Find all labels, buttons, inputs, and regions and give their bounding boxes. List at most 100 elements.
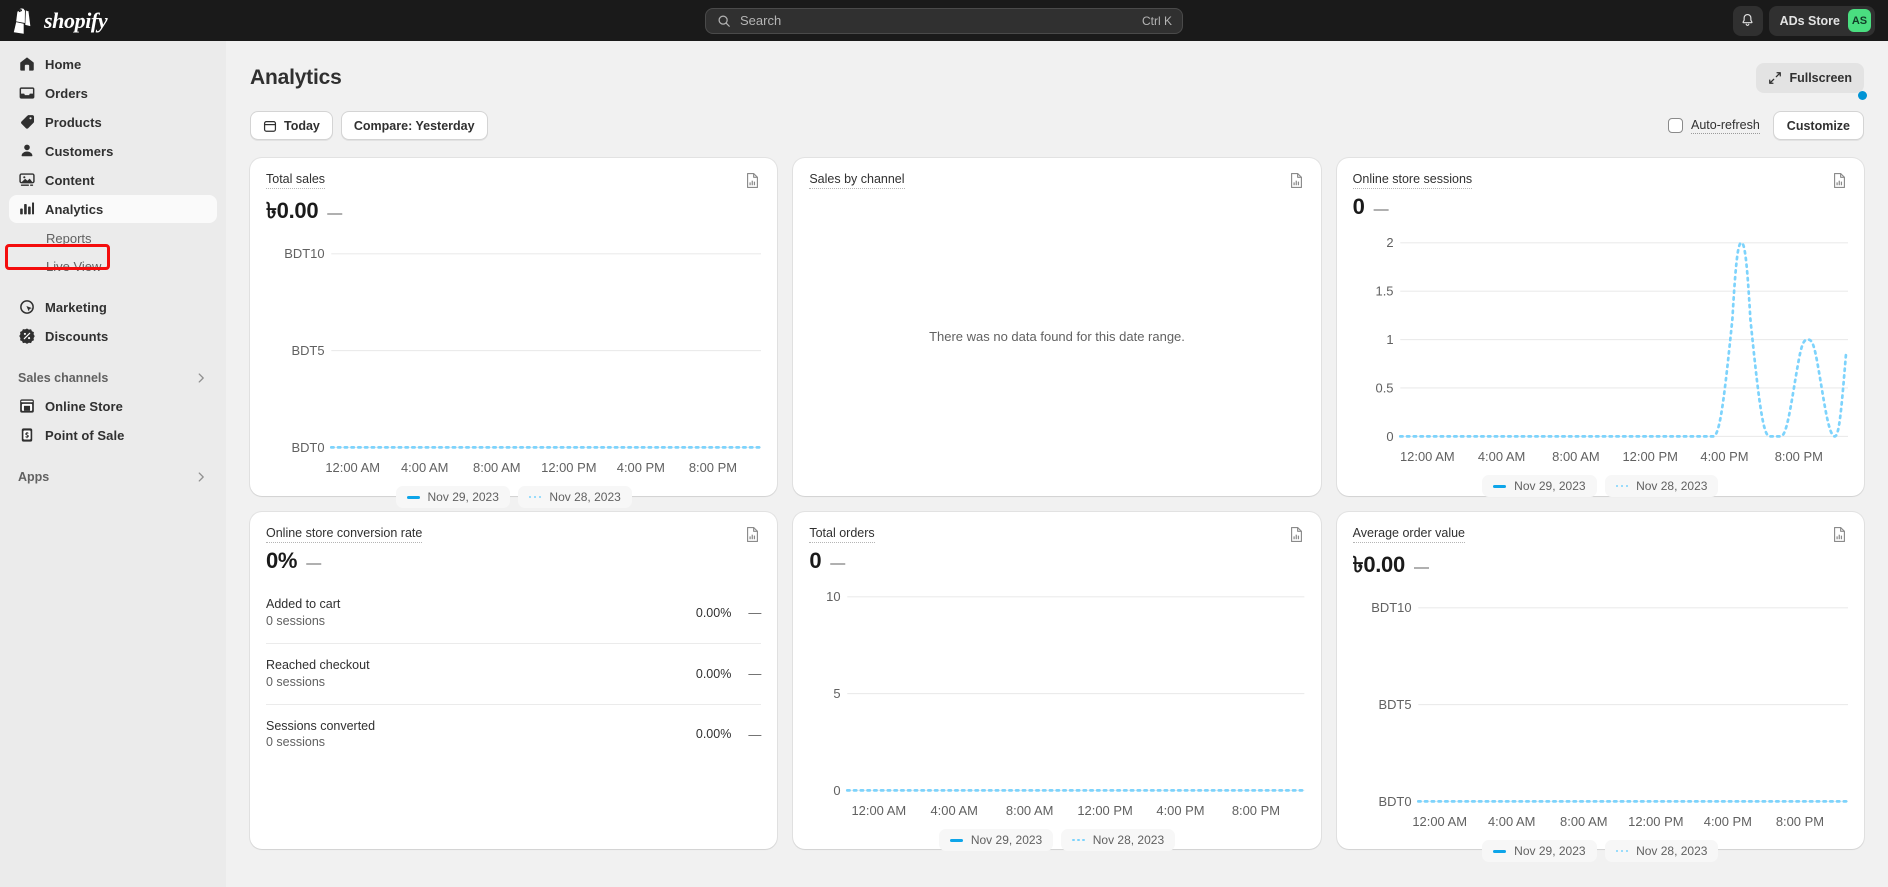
funnel-row[interactable]: Sessions converted 0 sessions 0.00% —	[266, 703, 762, 765]
sidebar-item-label: Content	[45, 172, 95, 188]
funnel-row[interactable]: Added to cart 0 sessions 0.00% —	[266, 588, 761, 643]
search-shortcut: Ctrl K	[1142, 13, 1172, 28]
legend-item-previous[interactable]: Nov 28, 2023	[1061, 829, 1176, 852]
legend-item-previous[interactable]: Nov 28, 2023	[1604, 840, 1719, 863]
sidebar-item-reports[interactable]: Reports	[9, 224, 217, 252]
funnel-step-delta: —	[748, 605, 762, 621]
chart-average-order-value[interactable]: BDT10 BDT5 BDT0 12:00 AM 4:00 AM 8:00 AM…	[1353, 592, 1848, 834]
chart-total-orders[interactable]: 10 5 0 12:00 AM 4:00 AM 8:00 AM 12:00 PM…	[809, 581, 1305, 823]
chart-svg: 2 1.5 1 0.5 0 12:00 AM 4:00 AM 8:00 AM 1…	[1375, 235, 1848, 464]
fullscreen-button[interactable]: Fullscreen	[1756, 63, 1864, 93]
sidebar-item-point-of-sale[interactable]: Point of Sale	[9, 421, 217, 449]
view-report-icon[interactable]	[1288, 526, 1305, 543]
funnel-row[interactable]: Reached checkout 0 sessions 0.00% —	[266, 642, 762, 704]
legend-item-previous[interactable]: Nov 28, 2023	[517, 486, 632, 509]
card-title: Total sales	[266, 172, 326, 189]
sidebar-section-apps[interactable]: Apps	[9, 463, 217, 491]
svg-text:8:00 PM: 8:00 PM	[1775, 814, 1823, 829]
analytics-icon	[20, 202, 35, 215]
sidebar-item-products[interactable]: Products	[9, 108, 217, 136]
sidebar-item-home[interactable]: Home	[9, 50, 217, 78]
legend-solid-line-icon	[406, 495, 420, 499]
svg-text:12:00 AM: 12:00 AM	[1412, 814, 1467, 829]
sidebar-item-discounts[interactable]: Discounts	[9, 322, 217, 350]
sidebar-item-analytics[interactable]: Analytics	[9, 195, 217, 223]
legend-item-current[interactable]: Nov 29, 2023	[395, 486, 510, 509]
chart-svg: BDT10 BDT5 BDT0 12:00 AM 4:00 AM 8:00 AM…	[1371, 600, 1848, 829]
sidebar-divider-2	[9, 351, 217, 364]
card-delta: —	[1373, 201, 1389, 218]
svg-text:BDT0: BDT0	[291, 440, 324, 455]
page-header: Analytics Fullscreen	[250, 63, 1864, 93]
global-search[interactable]: Search Ctrl K	[705, 7, 1183, 34]
svg-text:BDT5: BDT5	[1378, 697, 1411, 712]
funnel-step-percent: 0.00%	[695, 727, 732, 742]
main-content: Analytics Fullscreen Today Compare: Yest…	[226, 41, 1888, 887]
card-header: Sales by channel	[809, 172, 1304, 189]
view-report-icon[interactable]	[1831, 172, 1848, 189]
funnel-step-name: Added to cart	[266, 597, 341, 611]
products-icon	[21, 115, 35, 129]
sidebar-item-customers[interactable]: Customers	[9, 137, 217, 165]
card-title: Average order value	[1352, 526, 1465, 543]
view-report-icon[interactable]	[1831, 526, 1848, 543]
customize-button[interactable]: Customize	[1772, 111, 1864, 140]
sidebar-item-orders[interactable]: Orders	[9, 79, 217, 107]
legend-dotted-line-icon	[1615, 849, 1629, 853]
sidebar-section-sales-channels[interactable]: Sales channels	[9, 364, 217, 392]
date-range-button[interactable]: Today	[250, 111, 333, 140]
funnel-step-name: Sessions converted	[266, 718, 376, 733]
store-account-button[interactable]: ADs Store AS	[1768, 5, 1875, 36]
card-title: Online store sessions	[1352, 172, 1473, 189]
auto-refresh-toggle[interactable]: Auto-refresh	[1668, 118, 1760, 134]
svg-text:4:00 AM: 4:00 AM	[1488, 814, 1535, 829]
search-input[interactable]: Search Ctrl K	[705, 7, 1183, 34]
card-header: Total orders	[809, 526, 1304, 543]
legend-item-current[interactable]: Nov 29, 2023	[1482, 840, 1597, 863]
svg-text:12:00 AM: 12:00 AM	[852, 803, 907, 818]
bell-icon	[1742, 14, 1753, 26]
date-range-label: Today	[284, 118, 320, 133]
page-title: Analytics	[250, 66, 342, 89]
sidebar-item-online-store[interactable]: Online Store	[9, 392, 217, 420]
svg-text:BDT10: BDT10	[1371, 600, 1411, 615]
sidebar-item-content[interactable]: Content	[9, 166, 217, 194]
view-report-icon[interactable]	[1288, 172, 1305, 189]
calendar-icon	[263, 120, 277, 132]
legend-item-current[interactable]: Nov 29, 2023	[938, 829, 1054, 852]
auto-refresh-checkbox[interactable]	[1668, 118, 1684, 133]
chevron-right-icon	[198, 373, 204, 383]
sidebar-item-live-view[interactable]: Live View	[9, 252, 217, 280]
legend-label: Nov 28, 2023	[549, 490, 621, 505]
view-report-icon[interactable]	[744, 172, 761, 189]
customize-badge-dot	[1858, 91, 1867, 100]
compare-button[interactable]: Compare: Yesterday	[340, 111, 488, 140]
card-header: Online store sessions	[1352, 172, 1848, 189]
legend-dotted-line-icon	[528, 495, 542, 499]
discounts-icon	[19, 328, 35, 344]
legend-solid-line-icon	[1493, 849, 1507, 853]
chart-svg: 10 5 0 12:00 AM 4:00 AM 8:00 AM 12:00 PM…	[826, 589, 1305, 818]
shopify-logo[interactable]: shopify	[0, 8, 226, 34]
svg-text:4:00 AM: 4:00 AM	[1478, 449, 1525, 464]
chart-legend: Nov 29, 2023 Nov 28, 2023	[809, 829, 1304, 852]
card-metric: 0% —	[266, 548, 761, 574]
sidebar: Home Orders Products Customers Content A…	[0, 41, 226, 887]
chart-total-sales[interactable]: BDT10 BDT5 BDT0 12:00 AM 4:00 AM 8:00 AM…	[266, 238, 762, 480]
card-title: Sales by channel	[809, 172, 905, 189]
search-icon	[718, 14, 730, 27]
chart-online-store-sessions[interactable]: 2 1.5 1 0.5 0 12:00 AM 4:00 AM 8:00 AM 1…	[1353, 227, 1848, 469]
sidebar-item-label: Online Store	[45, 398, 123, 414]
notifications-button[interactable]	[1732, 5, 1763, 36]
card-metric: 0 —	[1353, 194, 1848, 220]
shopify-wordmark: shopify	[44, 7, 108, 33]
card-header: Online store conversion rate	[266, 526, 761, 543]
card-delta: —	[327, 205, 343, 222]
legend-item-previous[interactable]: Nov 28, 2023	[1604, 475, 1719, 498]
legend-item-current[interactable]: Nov 29, 2023	[1482, 475, 1597, 498]
view-report-icon[interactable]	[744, 526, 761, 543]
svg-text:8:00 AM: 8:00 AM	[1560, 814, 1607, 829]
sidebar-item-label: Customers	[45, 143, 114, 159]
sidebar-item-marketing[interactable]: Marketing	[9, 293, 217, 321]
card-value: 0	[809, 548, 822, 573]
